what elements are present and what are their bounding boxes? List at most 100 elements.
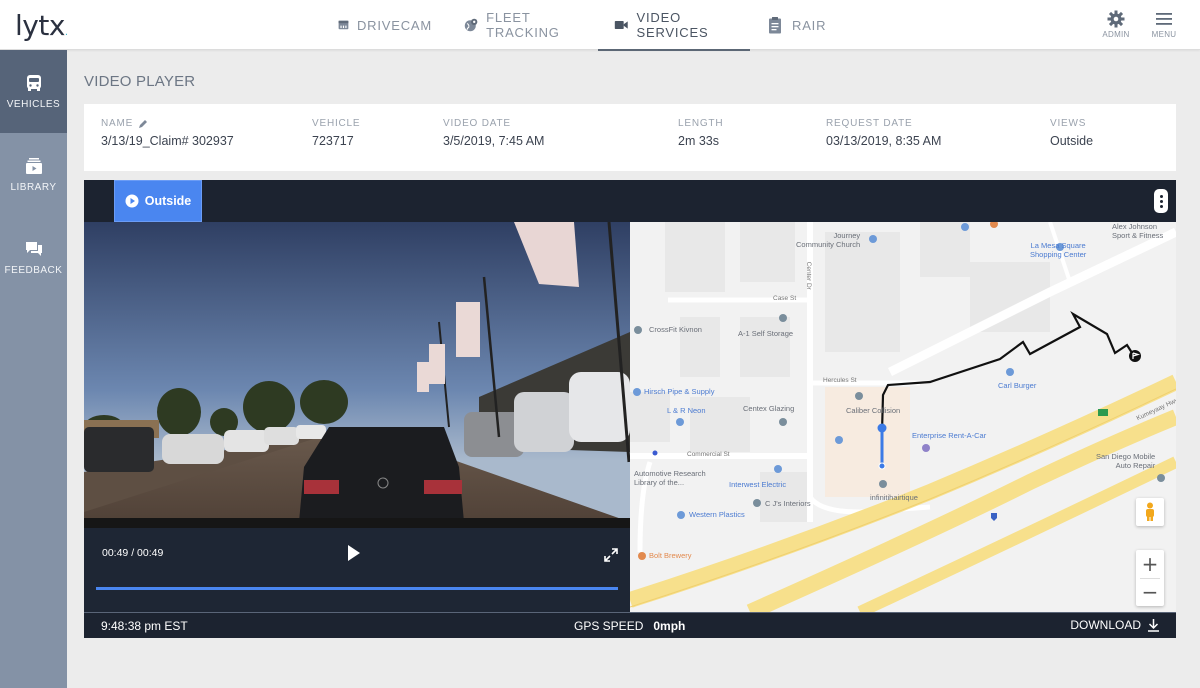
dashcam-scene	[84, 222, 630, 528]
place-label: La Mesa Square Shopping Center	[1030, 241, 1087, 259]
kebab-dot	[1159, 204, 1163, 208]
sidebar-item-feedback-label: FEEDBACK	[4, 265, 63, 276]
nav-rair-label: RAIR	[792, 17, 827, 33]
view-tab-outside-label: Outside	[144, 194, 192, 208]
sidebar: VEHICLES LIBRARY FEEDBACK	[0, 50, 67, 688]
name-label: NAME	[101, 118, 134, 129]
interstate-shield	[991, 513, 997, 521]
video-player: Outside 00:49 / 00:49 Journey Community …	[84, 180, 1176, 638]
map-zoom-control: + −	[1136, 550, 1164, 606]
download-button[interactable]: DOWNLOAD	[1070, 618, 1160, 632]
place-cj-interiors[interactable]: C J's Interiors	[765, 499, 811, 509]
info-length: LENGTH 2m 33s	[678, 118, 723, 148]
place-label: Alex Johnson Sport & Fitness	[1112, 222, 1164, 240]
zoom-in-button[interactable]: +	[1136, 550, 1164, 578]
sidebar-item-vehicles-label: VEHICLES	[6, 99, 61, 110]
video-date-label: VIDEO DATE	[443, 118, 511, 129]
place-interwest-electric[interactable]: Interwest Electric	[729, 480, 786, 490]
vehicle-value: 723717	[312, 134, 354, 148]
place-san-diego-mobile[interactable]: San Diego Mobile Auto Repair	[1096, 452, 1156, 470]
place-lr-neon[interactable]: L & R Neon	[667, 406, 706, 416]
place-alex-johnson[interactable]: Alex Johnson Sport & Fitness	[1112, 222, 1164, 240]
sidebar-item-vehicles[interactable]: VEHICLES	[0, 50, 67, 133]
place-infinitihairtique[interactable]: infinitihairtique	[870, 493, 918, 503]
place-centex-glazing[interactable]: Centex Glazing	[743, 404, 794, 414]
menu-button[interactable]: MENU	[1148, 10, 1180, 39]
place-label: CrossFit Kivnon	[649, 325, 702, 334]
place-la-mesa-square[interactable]: La Mesa Square Shopping Center	[1030, 241, 1087, 259]
place-automotive-research[interactable]: Automotive Research Library of the...	[634, 469, 706, 487]
library-icon	[25, 158, 42, 174]
street-commercial-st: Commercial St	[687, 451, 730, 458]
info-name: NAME 3/13/19_Claim# 302937	[101, 118, 234, 148]
info-views: VIEWS Outside	[1050, 118, 1093, 148]
logo-dot: .	[64, 27, 68, 38]
play-circle-icon	[125, 194, 139, 208]
place-enterprise[interactable]: Enterprise Rent-A-Car	[912, 431, 987, 441]
fullscreen-icon[interactable]	[604, 548, 618, 562]
sidebar-item-feedback[interactable]: FEEDBACK	[0, 216, 67, 299]
place-carl-burger[interactable]: Carl Burger	[998, 381, 1036, 391]
place-a1-self-storage[interactable]: A-1 Self Storage	[738, 329, 794, 339]
hamburger-menu-icon	[1156, 13, 1172, 25]
nav-video-services-label: VIDEO SERVICES	[636, 10, 709, 40]
place-label: San Diego Mobile Auto Repair	[1096, 452, 1156, 470]
kebab-dot	[1159, 199, 1163, 203]
place-caliber-collision[interactable]: Caliber Collision	[846, 406, 901, 416]
video-info-card: NAME 3/13/19_Claim# 302937 VEHICLE 72371…	[84, 104, 1176, 171]
place-label: A-1 Self Storage	[738, 329, 794, 338]
truck-icon	[26, 75, 41, 91]
drivecam-icon	[338, 20, 349, 30]
globe-pin-icon	[464, 18, 478, 32]
info-vehicle: VEHICLE 723717	[312, 118, 360, 148]
zoom-out-button[interactable]: −	[1136, 578, 1164, 606]
street-case-st: Case St	[773, 295, 797, 302]
dashboard	[84, 518, 630, 528]
video-frame[interactable]	[84, 222, 630, 528]
menu-label: MENU	[1151, 30, 1177, 39]
place-label: Caliber Collision	[846, 406, 901, 415]
chat-icon	[25, 242, 42, 256]
top-right-actions: ADMIN MENU	[1100, 10, 1180, 39]
place-label: Western Plastics	[689, 510, 745, 519]
request-date-label: REQUEST DATE	[826, 118, 913, 129]
place-bolt-brewery[interactable]: Bolt Brewery	[649, 551, 692, 561]
page-title: VIDEO PLAYER	[84, 73, 196, 90]
progress-bar[interactable]	[96, 587, 618, 590]
nav-rair[interactable]: RAIR	[750, 0, 842, 50]
more-options-button[interactable]	[1154, 189, 1168, 213]
gps-speed-value: 0mph	[653, 619, 686, 633]
nav-video-services[interactable]: VIDEO SERVICES	[598, 0, 750, 51]
place-journey-church[interactable]: Journey Community Church	[796, 231, 861, 249]
street-view-pegman[interactable]	[1136, 498, 1164, 526]
pencil-edit-icon[interactable]	[138, 119, 148, 129]
zoom-divider	[1140, 578, 1160, 579]
gear-icon	[1107, 10, 1125, 28]
place-western-plastics[interactable]: Western Plastics	[689, 510, 745, 520]
place-hirsch-pipe[interactable]: Hirsch Pipe & Supply	[644, 387, 715, 397]
place-crossfit[interactable]: CrossFit Kivnon	[649, 325, 702, 335]
play-icon[interactable]	[347, 544, 361, 562]
nav-fleet-tracking[interactable]: FLEET TRACKING	[448, 0, 598, 50]
video-camera-icon	[614, 20, 628, 30]
lytx-logo[interactable]: lytx.	[15, 9, 68, 42]
video-controls: 00:49 / 00:49	[84, 528, 630, 612]
street-hercules-st: Hercules St	[823, 377, 857, 384]
logo-text: lytx	[15, 9, 65, 42]
view-tabs: Outside	[84, 180, 1176, 222]
nav-drivecam[interactable]: DRIVECAM	[322, 0, 448, 50]
view-tab-outside[interactable]: Outside	[114, 180, 202, 222]
download-label: DOWNLOAD	[1070, 618, 1141, 632]
map-panel[interactable]: Journey Community Church Alex Johnson Sp…	[630, 222, 1176, 612]
nav-drivecam-label: DRIVECAM	[356, 17, 432, 33]
place-label: Enterprise Rent-A-Car	[912, 431, 987, 440]
place-label: L & R Neon	[667, 406, 706, 415]
sidebar-item-library[interactable]: LIBRARY	[0, 133, 67, 216]
time-readout: 00:49 / 00:49	[102, 547, 164, 559]
admin-button[interactable]: ADMIN	[1100, 10, 1132, 39]
place-label: Hirsch Pipe & Supply	[644, 387, 715, 396]
length-label: LENGTH	[678, 118, 724, 129]
top-bar: lytx. DRIVECAM FLEET TRACKING VIDEO SERV…	[0, 0, 1200, 51]
clipboard-icon	[769, 17, 781, 34]
place-label: Journey Community Church	[796, 231, 861, 249]
